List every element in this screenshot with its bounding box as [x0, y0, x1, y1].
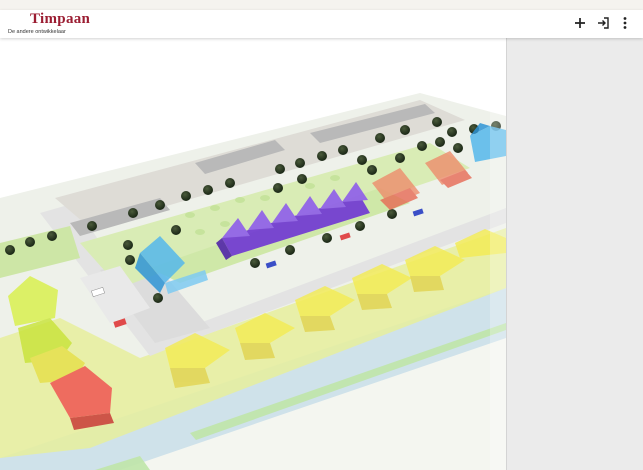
site-plan-render	[0, 38, 506, 470]
top-strip	[0, 0, 643, 10]
brand-tagline: De andere ontwikkelaar	[8, 29, 66, 35]
brand-logo[interactable]: Timpaan	[30, 11, 90, 28]
app-header: Timpaan De andere ontwikkelaar	[0, 10, 643, 38]
more-vertical-icon	[623, 17, 627, 29]
login-button[interactable]	[594, 14, 612, 32]
add-button[interactable]	[571, 14, 589, 32]
3d-site-plan-viewport[interactable]	[0, 38, 506, 470]
sign-in-icon	[598, 17, 609, 29]
plus-icon	[575, 18, 585, 28]
more-menu-button[interactable]	[616, 14, 634, 32]
side-panel	[506, 38, 643, 470]
